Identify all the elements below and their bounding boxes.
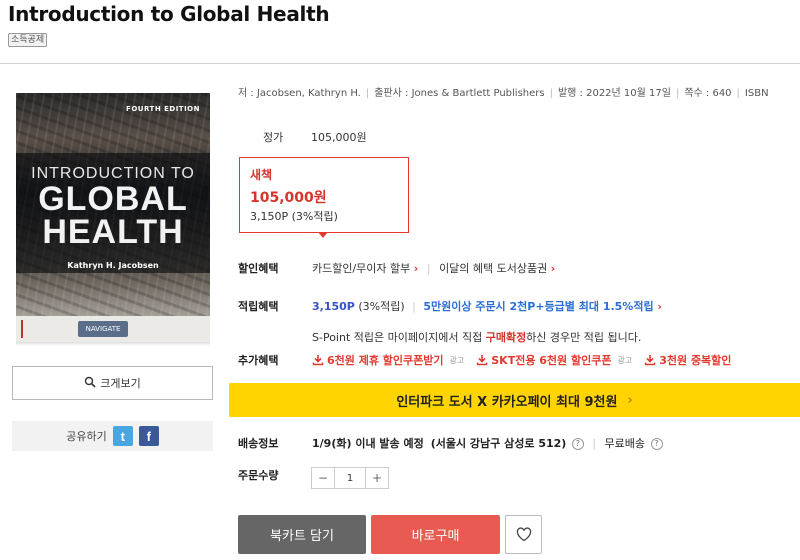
price-box-pointer bbox=[318, 232, 328, 238]
meta-pages: 쪽수 : 640 bbox=[684, 88, 732, 99]
buy-now-button[interactable]: 바로구매 bbox=[371, 515, 500, 554]
tax-deduction-badge: 소득공제 bbox=[8, 33, 48, 47]
coupon-list: 6천원 제휴 할인쿠폰받기 광고 SKT전용 6천원 할인쿠폰 광고 3천원 중복할… bbox=[312, 352, 731, 368]
book-cover-image[interactable]: FOURTH EDITION INTRODUCTION TO GLOBAL HE… bbox=[16, 93, 210, 343]
increase-button[interactable]: + bbox=[366, 468, 388, 488]
add-to-cart-button[interactable]: 북카트 담기 bbox=[238, 515, 366, 554]
chevron-right-icon: › bbox=[657, 300, 662, 313]
download-icon bbox=[477, 355, 488, 366]
points-benefits: 3,150P (3%적립) | 5만원이상 주문시 2천P+등급별 최대 1.5… bbox=[312, 300, 662, 313]
help-icon[interactable]: ? bbox=[650, 438, 663, 450]
extra-benefit-label: 추가혜택 bbox=[238, 354, 279, 367]
cover-ebook-badge: NAVIGATE eBOOK bbox=[78, 321, 128, 343]
magnifier-icon bbox=[84, 376, 96, 391]
shipping-date: 1/9(화) 이내 발송 예정 bbox=[312, 437, 424, 450]
header-divider bbox=[0, 63, 800, 64]
cover-publisher-mark bbox=[21, 320, 47, 338]
cover-edition: FOURTH EDITION bbox=[126, 105, 200, 113]
book-meta: 저 : Jacobsen, Kathryn H. | 출판사 : Jones & B… bbox=[238, 88, 769, 99]
cover-author: Kathryn H. Jacobsen bbox=[67, 261, 159, 270]
shipping-label: 배송정보 bbox=[238, 437, 279, 450]
cover-title-line2: GLOBAL bbox=[38, 180, 188, 218]
meta-publisher[interactable]: 출판사 : Jones & Bartlett Publishers bbox=[374, 88, 544, 99]
discount-benefits: 카드할인/무이자 할부 › | 이달의 혜택 도서상품권 › bbox=[312, 262, 556, 275]
meta-isbn: ISBN bbox=[744, 88, 769, 99]
quantity-input[interactable]: 1 bbox=[334, 468, 366, 488]
product-title: Introduction to Global Health bbox=[8, 2, 330, 26]
share-panel: 공유하기 t f bbox=[12, 421, 213, 451]
wishlist-button[interactable] bbox=[505, 515, 542, 554]
meta-date: 발행 : 2022년 10월 17일 bbox=[557, 88, 671, 99]
coupon-skt[interactable]: SKT전용 6천원 할인쿠폰 광고 bbox=[476, 352, 632, 368]
discount-benefit-label: 할인혜택 bbox=[238, 262, 279, 275]
zoom-label: 크게보기 bbox=[100, 377, 141, 390]
chevron-right-icon: › bbox=[413, 262, 419, 275]
coupon-duplicate[interactable]: 3천원 중복할인 bbox=[644, 352, 731, 368]
card-discount-link[interactable]: 카드할인/무이자 할부 › bbox=[312, 262, 418, 275]
chevron-right-icon: › bbox=[550, 262, 556, 275]
points-extra-link[interactable]: 5만원이상 주문시 2천P+등급별 최대 1.5%적립 › bbox=[423, 300, 662, 313]
new-book-price: 105,000원 bbox=[250, 190, 327, 206]
new-book-price-box[interactable]: 새책 105,000원 3,150P (3%적립) bbox=[239, 157, 409, 233]
cover-shadow bbox=[16, 342, 210, 346]
zoom-button[interactable]: 크게보기 bbox=[12, 366, 213, 400]
banner-text: 인터파크 도서 X 카카오페이 최대 9천원 bbox=[396, 394, 618, 410]
facebook-icon[interactable]: f bbox=[138, 426, 159, 446]
heart-icon bbox=[516, 527, 531, 542]
chevron-right-icon: › bbox=[627, 392, 633, 408]
download-icon bbox=[312, 355, 324, 366]
points-value: 3,150P bbox=[312, 300, 355, 313]
coupon-partner[interactable]: 6천원 제휴 할인쿠폰받기 광고 bbox=[312, 352, 464, 368]
shipping-address: (서울시 강남구 삼성로 512) bbox=[430, 437, 567, 450]
kakaopay-promo-banner[interactable]: 인터파크 도서 X 카카오페이 최대 9천원 › bbox=[229, 383, 800, 417]
decrease-button[interactable]: − bbox=[312, 468, 334, 488]
cover-title-line3: HEALTH bbox=[42, 213, 184, 251]
cover-ebook-strip: NAVIGATE eBOOK bbox=[16, 316, 210, 343]
list-price-label: 정가 bbox=[263, 131, 284, 144]
points-benefit-label: 적립혜택 bbox=[238, 300, 279, 313]
new-book-label: 새책 bbox=[250, 168, 273, 182]
monthly-benefit-link[interactable]: 이달의 혜택 도서상품권 › bbox=[439, 262, 555, 275]
free-shipping: 무료배송 bbox=[604, 437, 646, 450]
help-icon[interactable]: ? bbox=[571, 438, 584, 450]
download-icon bbox=[645, 355, 656, 366]
points-rate: (3%적립) bbox=[358, 300, 405, 313]
quantity-stepper[interactable]: − 1 + bbox=[311, 467, 389, 489]
meta-author[interactable]: 저 : Jacobsen, Kathryn H. bbox=[238, 88, 361, 99]
shipping-info: 1/9(화) 이내 발송 예정 (서울시 강남구 삼성로 512) ? | 무료… bbox=[312, 435, 663, 451]
share-label: 공유하기 bbox=[66, 430, 107, 443]
twitter-icon[interactable]: t bbox=[112, 426, 133, 446]
list-price-value: 105,000원 bbox=[311, 131, 367, 144]
quantity-label: 주문수량 bbox=[238, 469, 279, 482]
spoint-notice: S-Point 적립은 마이페이지에서 직접 구매확정하신 경우만 적립 됩니다… bbox=[312, 331, 642, 344]
new-book-points: 3,150P (3%적립) bbox=[250, 210, 338, 223]
